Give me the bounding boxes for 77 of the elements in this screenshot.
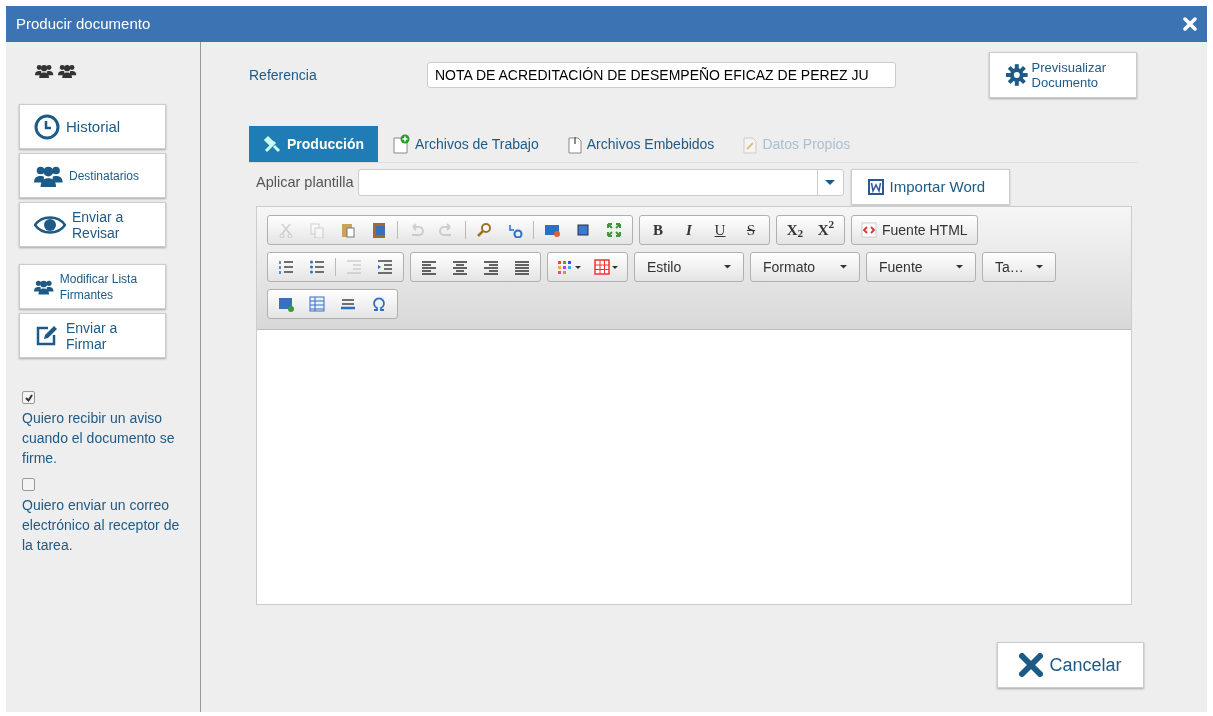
sidebar-button[interactable]: Enviar a Firmar bbox=[19, 313, 166, 358]
indent-icon bbox=[377, 259, 393, 275]
align-right-icon bbox=[483, 259, 499, 275]
tools-icon bbox=[263, 134, 282, 154]
color-grid-icon bbox=[557, 259, 573, 275]
document-icon bbox=[742, 134, 758, 154]
table-icon bbox=[594, 259, 610, 275]
cancel-button[interactable]: Cancelar bbox=[997, 642, 1144, 688]
sidebar-button[interactable]: Modificar Lista Firmantes bbox=[19, 264, 166, 309]
checkbox[interactable] bbox=[22, 478, 35, 491]
clock-icon bbox=[34, 113, 60, 140]
import-button[interactable]: Importar Word bbox=[850, 169, 1010, 205]
eye-icon bbox=[34, 214, 66, 235]
bullet-list-icon bbox=[309, 259, 325, 275]
checkbox-label: Quiero recibir un aviso cuando el documento se firme. bbox=[22, 409, 176, 468]
scissors-icon bbox=[278, 222, 294, 238]
source-button[interactable]: Fuente HTML bbox=[855, 218, 974, 242]
window-title: Producir documento bbox=[16, 13, 151, 34]
sidebar-button[interactable]: Destinatarios bbox=[19, 153, 166, 198]
horizontal-rule-icon bbox=[340, 296, 356, 312]
people-icon bbox=[34, 164, 63, 187]
checkbox[interactable] bbox=[22, 391, 35, 404]
sidebar-button[interactable]: Enviar a Revisar bbox=[19, 202, 166, 247]
gear-icon bbox=[1006, 64, 1028, 86]
people-icon bbox=[35, 64, 54, 78]
search-icon bbox=[476, 222, 492, 238]
clipboard-icon bbox=[340, 222, 356, 238]
format-button[interactable]: U bbox=[705, 218, 735, 242]
paste-word-icon bbox=[371, 222, 387, 238]
style-dropdown[interactable]: Formato bbox=[750, 252, 860, 282]
field-label: Referencia bbox=[249, 65, 318, 85]
people-icon bbox=[58, 64, 77, 78]
file-clip-icon bbox=[566, 134, 582, 154]
style-dropdown[interactable]: Ta… bbox=[982, 252, 1056, 282]
tab[interactable]: Producción bbox=[249, 126, 378, 162]
format-button[interactable]: X$^{2}$ bbox=[811, 218, 841, 242]
caret-icon bbox=[612, 265, 618, 269]
format-button[interactable]: X$_{2}$ bbox=[780, 218, 810, 242]
copy-icon bbox=[309, 222, 325, 238]
word-icon bbox=[867, 179, 884, 195]
numbered-list-icon bbox=[278, 259, 294, 275]
select-all-icon bbox=[575, 222, 591, 238]
table-icon bbox=[309, 296, 325, 312]
omega-icon bbox=[371, 296, 387, 312]
caret-icon bbox=[840, 265, 847, 269]
check-icon bbox=[23, 392, 34, 403]
close-icon bbox=[1019, 653, 1044, 677]
field-label: Aplicar plantilla bbox=[256, 173, 354, 192]
caret-icon bbox=[825, 180, 836, 185]
checkbox-label: Quiero enviar un correo electrónico al receptor de la tarea. bbox=[22, 496, 181, 555]
align-left-icon bbox=[421, 259, 437, 275]
reference-field[interactable]: NOTA DE ACREDITACIÓN DE DESEMPEÑO EFICAZ DE PEREZ JU bbox=[427, 62, 896, 88]
align-center-icon bbox=[452, 259, 468, 275]
style-dropdown[interactable]: Fuente bbox=[866, 252, 976, 282]
preview-button[interactable]: Previsualizar Documento bbox=[989, 52, 1137, 98]
close-icon[interactable] bbox=[1183, 17, 1197, 31]
file-add-icon bbox=[392, 134, 410, 154]
format-button[interactable]: S bbox=[736, 218, 766, 242]
edit-icon bbox=[34, 323, 60, 348]
format-button[interactable]: B bbox=[643, 218, 673, 242]
replace-icon bbox=[507, 222, 523, 238]
maximize-icon bbox=[606, 222, 622, 238]
code-icon bbox=[861, 222, 877, 238]
image-icon bbox=[278, 296, 294, 312]
style-dropdown[interactable]: Estilo bbox=[634, 252, 744, 282]
caret-icon bbox=[575, 265, 581, 269]
outdent-icon bbox=[346, 259, 362, 275]
caret-icon bbox=[724, 265, 731, 269]
format-button[interactable]: I bbox=[674, 218, 704, 242]
align-justify-icon bbox=[514, 259, 530, 275]
tab: Datos Propios bbox=[728, 126, 865, 162]
caret-icon bbox=[956, 265, 963, 269]
tab[interactable]: Archivos de Trabajo bbox=[378, 126, 553, 162]
caret-icon bbox=[1036, 265, 1043, 269]
sidebar-button[interactable]: Historial bbox=[19, 104, 166, 149]
tab[interactable]: Archivos Embebidos bbox=[552, 126, 729, 162]
html-icon bbox=[544, 222, 560, 238]
